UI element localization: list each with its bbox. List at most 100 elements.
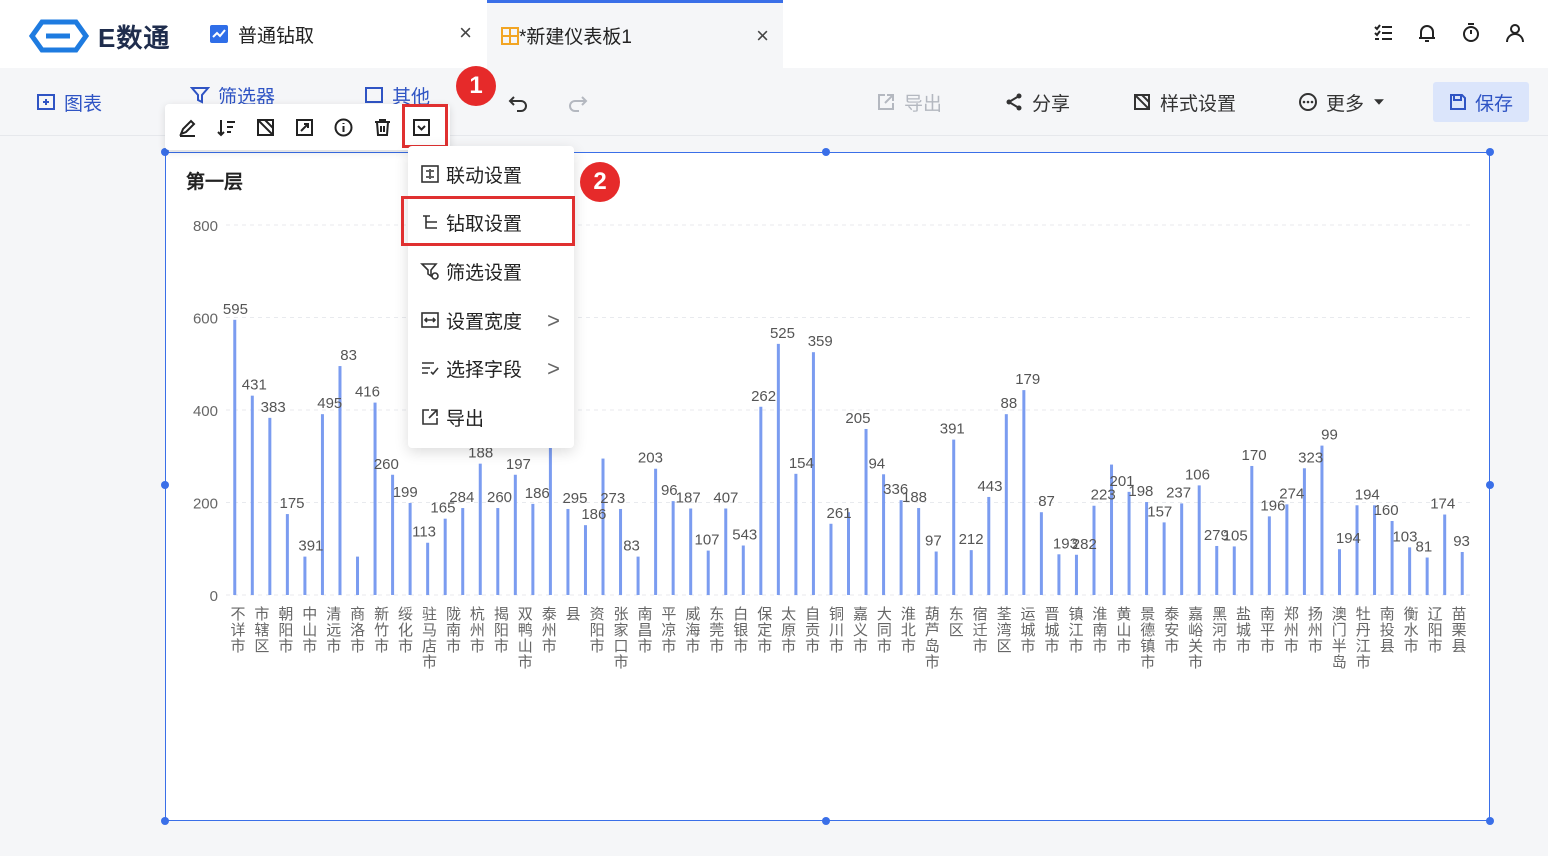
top-tab-bar: E数通 普通钻取 × *新建仪表板1 × (0, 0, 1548, 68)
resize-handle[interactable] (1486, 481, 1494, 489)
x-tick-label: 不详市 (230, 605, 245, 655)
bell-icon[interactable] (1416, 22, 1438, 44)
sort-icon[interactable] (216, 117, 237, 138)
data-label: 113 (412, 524, 436, 541)
resize-handle[interactable] (1486, 148, 1494, 156)
x-tick-label: 资阳市 (590, 605, 605, 655)
data-label: 443 (977, 478, 1002, 495)
other-icon (365, 87, 383, 103)
bar (566, 508, 570, 595)
highlight-drill-settings (401, 196, 575, 246)
add-chart-icon (37, 94, 55, 110)
x-tick-char: 市 (829, 637, 844, 655)
save-button[interactable]: 保存 (1433, 82, 1529, 122)
data-label: 83 (623, 538, 640, 555)
save-icon (1449, 94, 1466, 110)
data-label: 197 (506, 456, 531, 473)
data-label: 174 (1430, 496, 1455, 513)
info-icon[interactable] (333, 117, 354, 138)
x-tick-char: 市 (230, 637, 245, 655)
task-list-icon[interactable] (1372, 22, 1394, 44)
chart-title: 第一层 (186, 172, 244, 193)
data-label: 431 (242, 377, 267, 394)
bar (1460, 551, 1464, 595)
resize-handle[interactable] (822, 148, 830, 156)
x-tick-char: 岛 (1332, 653, 1347, 671)
tab-normal-drill[interactable]: 普通钻取 × (196, 0, 486, 68)
export-button[interactable]: 导出 (876, 88, 942, 116)
caret-down-icon (1374, 99, 1384, 105)
bar (811, 352, 815, 595)
x-tick-label: 衡水市 (1404, 605, 1419, 655)
menu-item-linkage-settings[interactable]: 联动设置 (408, 154, 574, 194)
x-tick-label: 驻马店市 (422, 605, 437, 671)
more-button[interactable]: 更多 (1298, 88, 1394, 116)
other-button[interactable]: 其他 (364, 86, 430, 104)
x-tick-char: 县 (1380, 637, 1395, 655)
x-tick-label: 黑河市 (1212, 605, 1227, 655)
x-tick-label: 嘉义市 (853, 605, 868, 655)
bar (356, 556, 360, 595)
bar (583, 525, 587, 595)
resize-handle[interactable] (822, 817, 830, 825)
menu-item-export[interactable]: 导出 (408, 397, 574, 437)
component-dropdown-menu: 联动设置 钻取设置 筛选设置 设置宽度 > 选择字段 > 导出 (408, 146, 574, 448)
export-icon (422, 409, 438, 425)
bar (619, 508, 623, 595)
chart-label: 图表 (64, 93, 103, 115)
menu-item-select-field[interactable]: 选择字段 > (408, 348, 574, 388)
app-logo[interactable]: E数通 (28, 16, 188, 56)
share-button[interactable]: 分享 (1004, 88, 1070, 116)
x-tick-char: 县 (1452, 637, 1467, 655)
bar (969, 550, 973, 595)
chart-button[interactable]: 图表 (36, 88, 102, 116)
timer-icon[interactable] (1460, 22, 1482, 44)
menu-item-label: 导出 (446, 408, 485, 430)
x-tick-char: 市 (446, 637, 461, 655)
x-tick-label: 南平市 (1260, 605, 1275, 655)
chart-card[interactable]: 0 200 400 600 800 595 431 383 175 391 495 83 416 260 1… (165, 152, 1490, 821)
resize-handle[interactable] (1486, 817, 1494, 825)
style-settings-button[interactable]: 样式设置 (1132, 88, 1236, 116)
x-tick-label: 淮南市 (1092, 605, 1107, 655)
style-brush-icon[interactable] (255, 117, 276, 138)
redo-button[interactable] (568, 88, 596, 116)
bar (1320, 445, 1324, 595)
share-label: 分享 (1032, 93, 1071, 115)
bar (1425, 557, 1429, 595)
x-tick-char: 市 (1428, 637, 1443, 655)
x-tick-char: 市 (1212, 637, 1227, 655)
close-icon[interactable]: × (459, 22, 472, 44)
x-tick-char: 市 (661, 637, 676, 655)
resize-handle[interactable] (161, 481, 169, 489)
bar (794, 473, 798, 595)
delete-icon[interactable] (372, 117, 393, 138)
filter-label: 筛选器 (218, 86, 276, 105)
x-tick-char: 市 (1308, 637, 1323, 655)
menu-item-set-width[interactable]: 设置宽度 > (408, 300, 574, 340)
more-label: 更多 (1326, 93, 1365, 115)
style-icon (1134, 94, 1150, 110)
edit-icon[interactable] (177, 117, 198, 138)
undo-button[interactable] (508, 88, 536, 116)
x-tick-char: 市 (709, 637, 724, 655)
user-icon[interactable] (1504, 22, 1526, 44)
redo-icon (569, 96, 588, 112)
data-label: 99 (1321, 427, 1338, 444)
fullscreen-icon[interactable] (294, 117, 315, 138)
resize-handle[interactable] (161, 817, 169, 825)
tab-new-dashboard[interactable]: *新建仪表板1 × (487, 0, 783, 68)
menu-item-filter-settings[interactable]: 筛选设置 (408, 251, 574, 291)
data-label: 106 (1185, 466, 1210, 483)
x-tick-char: 市 (350, 637, 365, 655)
x-tick-char: 市 (805, 637, 820, 655)
close-icon[interactable]: × (756, 25, 769, 47)
filter-button[interactable]: 筛选器 (190, 86, 275, 104)
data-label: 187 (676, 490, 701, 507)
x-tick-char: 市 (1260, 637, 1275, 655)
bar (987, 496, 991, 595)
x-tick-label: 太原市 (781, 605, 796, 655)
data-label: 103 (1392, 528, 1417, 545)
bar (461, 508, 465, 595)
x-tick-label: 景德镇市 (1140, 605, 1155, 671)
